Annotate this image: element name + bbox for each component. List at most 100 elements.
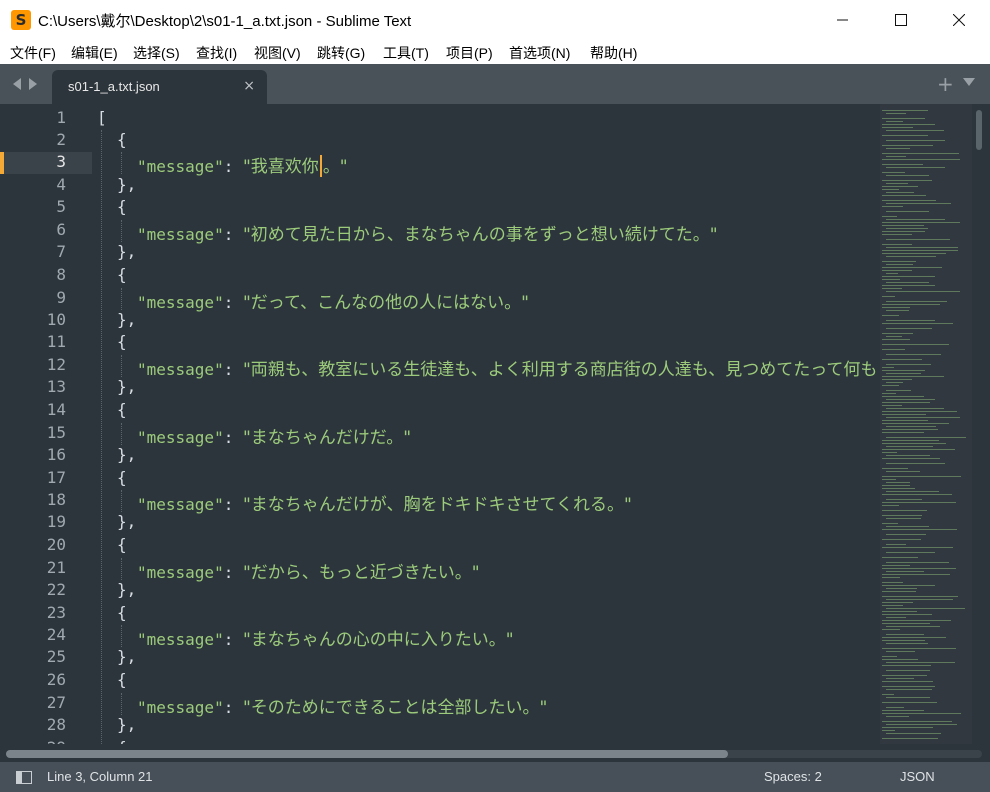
minimap-line — [882, 285, 935, 286]
close-brace: }, — [117, 175, 137, 194]
code-view[interactable]: [ { "message": "我喜欢你 。" }, { "message": "… — [97, 104, 877, 744]
sidebar-toggle-icon[interactable] — [16, 771, 32, 784]
minimize-button[interactable] — [814, 0, 872, 40]
menu-selection[interactable]: 选择(S) — [133, 43, 180, 63]
minimap-line — [882, 414, 926, 415]
minimap-line — [882, 296, 895, 297]
minimap-line — [882, 376, 944, 377]
tab-active-file[interactable]: s01-1_a.txt.json × — [52, 70, 267, 104]
menu-project[interactable]: 项目(P) — [446, 43, 493, 63]
horizontal-scrollbar-thumb[interactable] — [6, 750, 728, 758]
new-tab-plus-icon[interactable]: + — [937, 72, 954, 96]
line-number: 17 — [46, 468, 66, 487]
minimap[interactable] — [880, 108, 972, 744]
minimap-line — [886, 689, 932, 690]
code-line: "message": "初めて見た日から、まなちゃんの事をずっと想い続けてた。" — [137, 220, 718, 245]
menu-file[interactable]: 文件(F) — [10, 43, 56, 63]
horizontal-scrollbar[interactable] — [0, 744, 990, 762]
maximize-button[interactable] — [872, 0, 930, 40]
line-number: 20 — [46, 535, 66, 554]
tab-close-icon[interactable]: × — [243, 78, 255, 94]
minimap-line — [886, 526, 929, 527]
menu-help[interactable]: 帮助(H) — [590, 43, 637, 63]
minimap-line — [886, 408, 944, 409]
line-number: 9 — [56, 288, 66, 307]
line-number: 24 — [46, 625, 66, 644]
json-key: "message" — [137, 157, 224, 176]
minimap-line — [886, 471, 920, 472]
minimap-line — [882, 443, 946, 444]
syntax-mode[interactable]: JSON — [900, 769, 935, 784]
minimap-line — [882, 721, 952, 722]
minimap-line — [882, 180, 932, 181]
menu-preferences[interactable]: 首选项(N) — [509, 43, 570, 63]
json-key: "message" — [137, 360, 224, 379]
minimap-line — [886, 599, 953, 600]
minimap-line — [886, 282, 929, 283]
menu-tools[interactable]: 工具(T) — [383, 43, 429, 63]
menu-goto[interactable]: 跳转(G) — [317, 43, 365, 63]
menu-view[interactable]: 视图(V) — [254, 43, 301, 63]
minimap-line — [882, 602, 913, 603]
minimap-line — [882, 577, 900, 578]
tab-left-arrow-icon[interactable] — [12, 78, 22, 90]
line-number: 2 — [56, 130, 66, 149]
code-line: { — [117, 265, 127, 287]
line-number: 25 — [46, 647, 66, 666]
vertical-scrollbar[interactable] — [976, 110, 984, 744]
minimap-line — [882, 659, 918, 660]
minimap-line — [886, 662, 955, 663]
code-line: "message": "だって、こんなの他の人にはない。" — [137, 288, 529, 313]
minimap-line — [882, 686, 935, 687]
close-brace: }, — [117, 647, 137, 666]
code-line: { — [117, 197, 127, 219]
minimap-line — [886, 113, 906, 114]
line-number: 4 — [56, 175, 66, 194]
minimap-line — [882, 206, 903, 207]
minimap-line — [882, 145, 933, 146]
menu-edit[interactable]: 编辑(E) — [71, 43, 118, 63]
minimap-line — [886, 491, 939, 492]
json-key: "message" — [137, 630, 224, 649]
close-brace: }, — [117, 580, 137, 599]
editor-area[interactable]: 1 2 3 4 5 6 7 8 9 10 11 12 13 14 15 16 17 18 19 20 21 22 23 24 2… — [0, 104, 990, 744]
minimap-line — [886, 130, 944, 131]
line-number: 23 — [46, 603, 66, 622]
close-button[interactable] — [930, 0, 988, 40]
code-line: }, — [117, 580, 136, 602]
colon: : — [223, 157, 234, 176]
json-key: "message" — [137, 225, 224, 244]
line-number: 10 — [46, 310, 66, 329]
menu-find[interactable]: 查找(I) — [196, 43, 237, 63]
minimap-line — [882, 189, 899, 190]
code-line: }, — [117, 175, 136, 197]
window-title: C:\Users\戴尔\Desktop\2\s01-1_a.txt.json -… — [38, 13, 412, 30]
minimap-line — [882, 488, 915, 489]
minimap-line — [886, 626, 940, 627]
minimap-line — [882, 339, 910, 340]
open-brace: { — [117, 265, 127, 284]
minimap-line — [886, 121, 903, 122]
vertical-scrollbar-thumb[interactable] — [976, 110, 982, 150]
minimap-line — [882, 135, 928, 136]
line-number: 13 — [46, 377, 66, 396]
close-brace: }, — [117, 377, 137, 396]
modified-line-marker — [0, 152, 4, 174]
minimap-line — [886, 239, 950, 240]
open-brace: { — [117, 535, 127, 554]
minimap-line — [882, 529, 957, 530]
minimap-line — [886, 716, 909, 717]
tab-list-chevron-down-icon[interactable] — [963, 77, 975, 87]
colon: : — [223, 630, 234, 649]
minimap-line — [886, 518, 921, 519]
minimap-line — [886, 264, 913, 265]
minimap-line — [886, 697, 930, 698]
indentation-setting[interactable]: Spaces: 2 — [764, 769, 822, 784]
minimap-line — [882, 502, 956, 503]
status-bar: Line 3, Column 21 Spaces: 2 JSON — [0, 762, 990, 792]
minimap-line — [886, 437, 966, 438]
tab-right-arrow-icon[interactable] — [28, 78, 38, 90]
minimap-line — [882, 614, 932, 615]
indent-guide — [101, 130, 102, 744]
minimap-line — [886, 482, 910, 483]
